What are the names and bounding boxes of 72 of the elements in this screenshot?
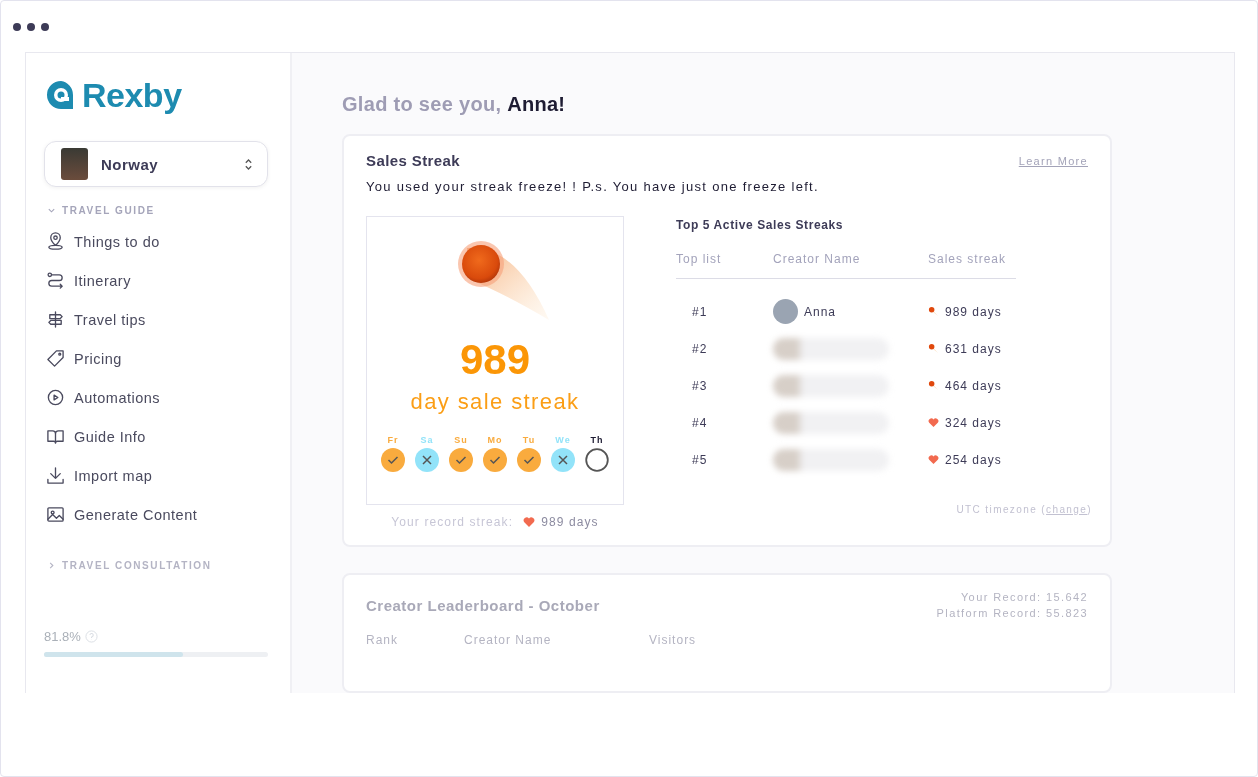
creator-name: Anna xyxy=(804,304,837,319)
rank-cell-text: #2 xyxy=(691,341,709,356)
day-label: Th xyxy=(590,435,604,445)
signpost-icon xyxy=(46,310,65,329)
day-label: Su xyxy=(454,435,468,445)
sidebar-item[interactable]: Import map xyxy=(44,456,268,495)
sidebar-item-label: Guide Info xyxy=(74,428,146,445)
your-record: Your Record: 15.642 xyxy=(960,591,1088,603)
record-value: 989 days xyxy=(541,515,599,529)
book-icon xyxy=(46,427,65,446)
column-header: Top list xyxy=(676,252,723,266)
day-label: We xyxy=(555,435,571,445)
location-pin-icon xyxy=(46,232,65,251)
chevron-icon xyxy=(47,561,56,570)
window-dot-icon xyxy=(27,23,35,31)
platform-record: Platform Record: 55.823 xyxy=(936,607,1088,619)
column-header: Visitors xyxy=(649,633,697,647)
rank-cell-text: #1 xyxy=(691,304,709,319)
sidebar-item[interactable]: Things to do xyxy=(44,222,268,261)
sidebar-item[interactable]: Guide Info xyxy=(44,417,268,456)
rank-cell-text: #5 xyxy=(691,452,709,467)
day-label: Sa xyxy=(420,435,434,445)
streak-value: 254 days xyxy=(945,452,1002,467)
card-title: Sales Streak xyxy=(366,152,461,169)
chevron-updown-icon xyxy=(244,156,253,172)
streak-value: 464 days xyxy=(945,378,1002,393)
help-icon xyxy=(84,630,98,643)
message-text: You used your streak freeze! ! P.s. You have just one freeze left. xyxy=(366,179,820,194)
record-label: Your record streak: xyxy=(391,515,514,529)
sidebar-item-label: Import map xyxy=(74,467,153,484)
sidebar-item[interactable]: Automations xyxy=(44,378,268,417)
streak-value: 324 days xyxy=(945,415,1002,430)
column-header: Creator Name xyxy=(464,633,553,647)
sidebar-item[interactable]: Generate Content xyxy=(44,495,268,534)
sidebar-item-label: Travel tips xyxy=(74,311,146,328)
brand-name: Rexby xyxy=(82,75,182,115)
sidebar-item-label: Generate Content xyxy=(74,506,198,523)
sidebar-item-label: Automations xyxy=(74,389,161,406)
sidebar-item-label: Things to do xyxy=(74,233,160,250)
streak-caption: day sale streak xyxy=(410,389,580,415)
timezone-label: UTC timezone ( xyxy=(956,504,1047,515)
timezone-paren: ) xyxy=(1087,504,1092,515)
chevron-icon xyxy=(47,206,56,215)
sidebar-item[interactable]: Travel tips xyxy=(44,300,268,339)
heart-icon xyxy=(523,516,536,528)
day-label: Mo xyxy=(487,435,503,445)
image-icon xyxy=(46,505,65,524)
window-dot-icon xyxy=(13,23,21,31)
card-title: Creator Leaderboard - October xyxy=(366,597,600,616)
guide-selector[interactable]: Norway xyxy=(44,141,268,187)
day-label: Fr xyxy=(387,435,399,445)
column-header: Rank xyxy=(366,633,399,647)
streak-value: 989 days xyxy=(945,304,1002,319)
day-label: Tu xyxy=(522,435,536,445)
sidebar-item[interactable]: Pricing xyxy=(44,339,268,378)
sidebar-item[interactable]: Itinerary xyxy=(44,261,268,300)
table-title: Top 5 Active Sales Streaks xyxy=(676,218,844,232)
sidebar-item-label: Pricing xyxy=(74,350,122,367)
streak-count: 989 xyxy=(459,337,531,383)
column-header: Sales streak xyxy=(928,252,1008,266)
column-header: Creator Name xyxy=(773,252,862,266)
greeting: Glad to see you, Anna! xyxy=(342,93,567,116)
streak-value: 631 days xyxy=(945,341,1002,356)
tag-icon xyxy=(46,349,65,368)
rank-cell-text: #4 xyxy=(691,415,709,430)
sidebar-item-label: Itinerary xyxy=(74,272,131,289)
download-icon xyxy=(46,466,65,485)
progress-reading: 81.8% xyxy=(44,629,81,644)
rank-cell-text: #3 xyxy=(691,378,709,393)
window-dot-icon xyxy=(41,23,49,31)
route-icon xyxy=(46,271,65,290)
photo-placeholder xyxy=(61,148,88,180)
